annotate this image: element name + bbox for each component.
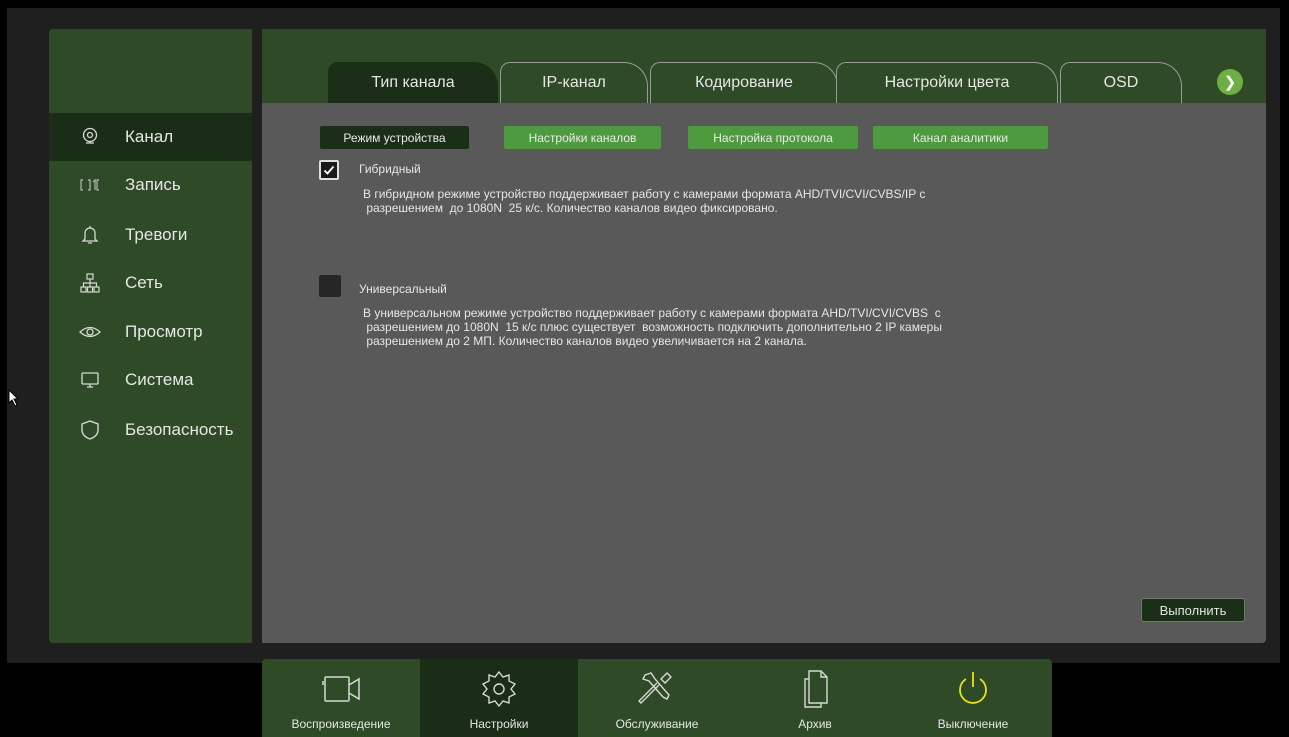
tools-icon [627,669,687,709]
sidebar-item-network[interactable]: Сеть [49,259,252,307]
sidebar-item-label: Система [125,370,194,389]
sidebar-item-record[interactable]: Запись [49,161,252,209]
bottom-item-maintenance[interactable]: Обслуживание [578,659,736,737]
tab-encoding[interactable]: Кодирование [650,62,838,103]
tab-label: Тип канала [371,74,455,91]
sidebar-item-label: Просмотр [125,322,203,341]
sidebar-item-channel[interactable]: Канал [49,113,252,161]
sidebar-item-label: Тревоги [125,225,188,244]
settings-panel: Тип канала IP-канал Кодирование Настройк… [262,29,1266,643]
next-tabs-button[interactable]: ❯ [1217,69,1243,95]
sidebar-item-system[interactable]: Система [49,356,252,404]
video-camera-icon [311,669,371,709]
sidebar: Канал Запись Тревоги Сеть Просмотр Систе… [49,29,252,643]
subtab-label: Настройка протокола [713,130,833,145]
subtab-analytics-channel[interactable]: Канал аналитики [873,126,1048,149]
mouse-cursor-icon [8,389,20,407]
universal-checkbox[interactable] [319,275,341,297]
tab-label: IP-канал [542,74,606,91]
subtab-channel-settings[interactable]: Настройки каналов [504,126,661,149]
subtab-device-mode[interactable]: Режим устройства [320,126,469,149]
hybrid-description: В гибридном режиме устройство поддержива… [363,187,926,215]
bottom-label: Архив [798,717,832,731]
chevron-right-icon: ❯ [1223,74,1237,91]
sidebar-item-label: Безопасность [125,420,234,439]
hybrid-checkbox[interactable] [319,160,339,180]
bottom-item-playback[interactable]: Воспроизведение [262,659,420,737]
sidebar-item-label: Сеть [125,273,163,292]
universal-description: В универсальном режиме устройство поддер… [363,306,942,348]
subtab-label: Канал аналитики [912,130,1009,145]
monitor-icon [79,369,101,391]
record-icon [79,174,101,196]
tab-label: OSD [1103,74,1139,91]
execute-button[interactable]: Выполнить [1141,598,1245,622]
bell-icon [79,224,101,246]
sidebar-item-label: Запись [125,175,181,194]
power-icon [943,669,1003,709]
bottom-label: Настройки [469,717,529,731]
sidebar-item-preview[interactable]: Просмотр [49,308,252,356]
subtab-label: Режим устройства [343,130,446,145]
tab-channel-type[interactable]: Тип канала [328,62,498,103]
bottom-label: Обслуживание [615,717,699,731]
tab-label: Настройки цвета [884,74,1010,91]
eye-icon [79,321,101,343]
subtab-label: Настройки каналов [528,130,637,145]
tab-bar: Тип канала IP-канал Кодирование Настройк… [262,29,1266,103]
bottom-item-shutdown[interactable]: Выключение [894,659,1052,737]
sidebar-item-alarms[interactable]: Тревоги [49,211,252,259]
tab-label: Кодирование [695,74,793,91]
bottom-label: Воспроизведение [291,717,391,731]
tab-osd[interactable]: OSD [1060,62,1182,103]
bottom-label: Выключение [937,717,1009,731]
bottom-item-settings[interactable]: Настройки [420,659,578,737]
camera-icon [79,126,101,148]
checkmark-icon [323,165,335,175]
tab-color-settings[interactable]: Настройки цвета [836,62,1058,103]
gear-icon [469,669,529,709]
bottom-item-archive[interactable]: Архив [736,659,894,737]
network-icon [79,272,101,294]
copy-files-icon [785,669,845,709]
sidebar-item-security[interactable]: Безопасность [49,406,252,454]
shield-icon [79,419,101,441]
bottom-navigation: Воспроизведение Настройки Обслуживание А… [262,659,1052,737]
sidebar-item-label: Канал [125,127,174,146]
universal-label: Универсальный [359,282,447,296]
hybrid-label: Гибридный [359,162,421,176]
subtab-protocol-settings[interactable]: Настройка протокола [688,126,858,149]
tab-ip-channel[interactable]: IP-канал [500,62,648,103]
